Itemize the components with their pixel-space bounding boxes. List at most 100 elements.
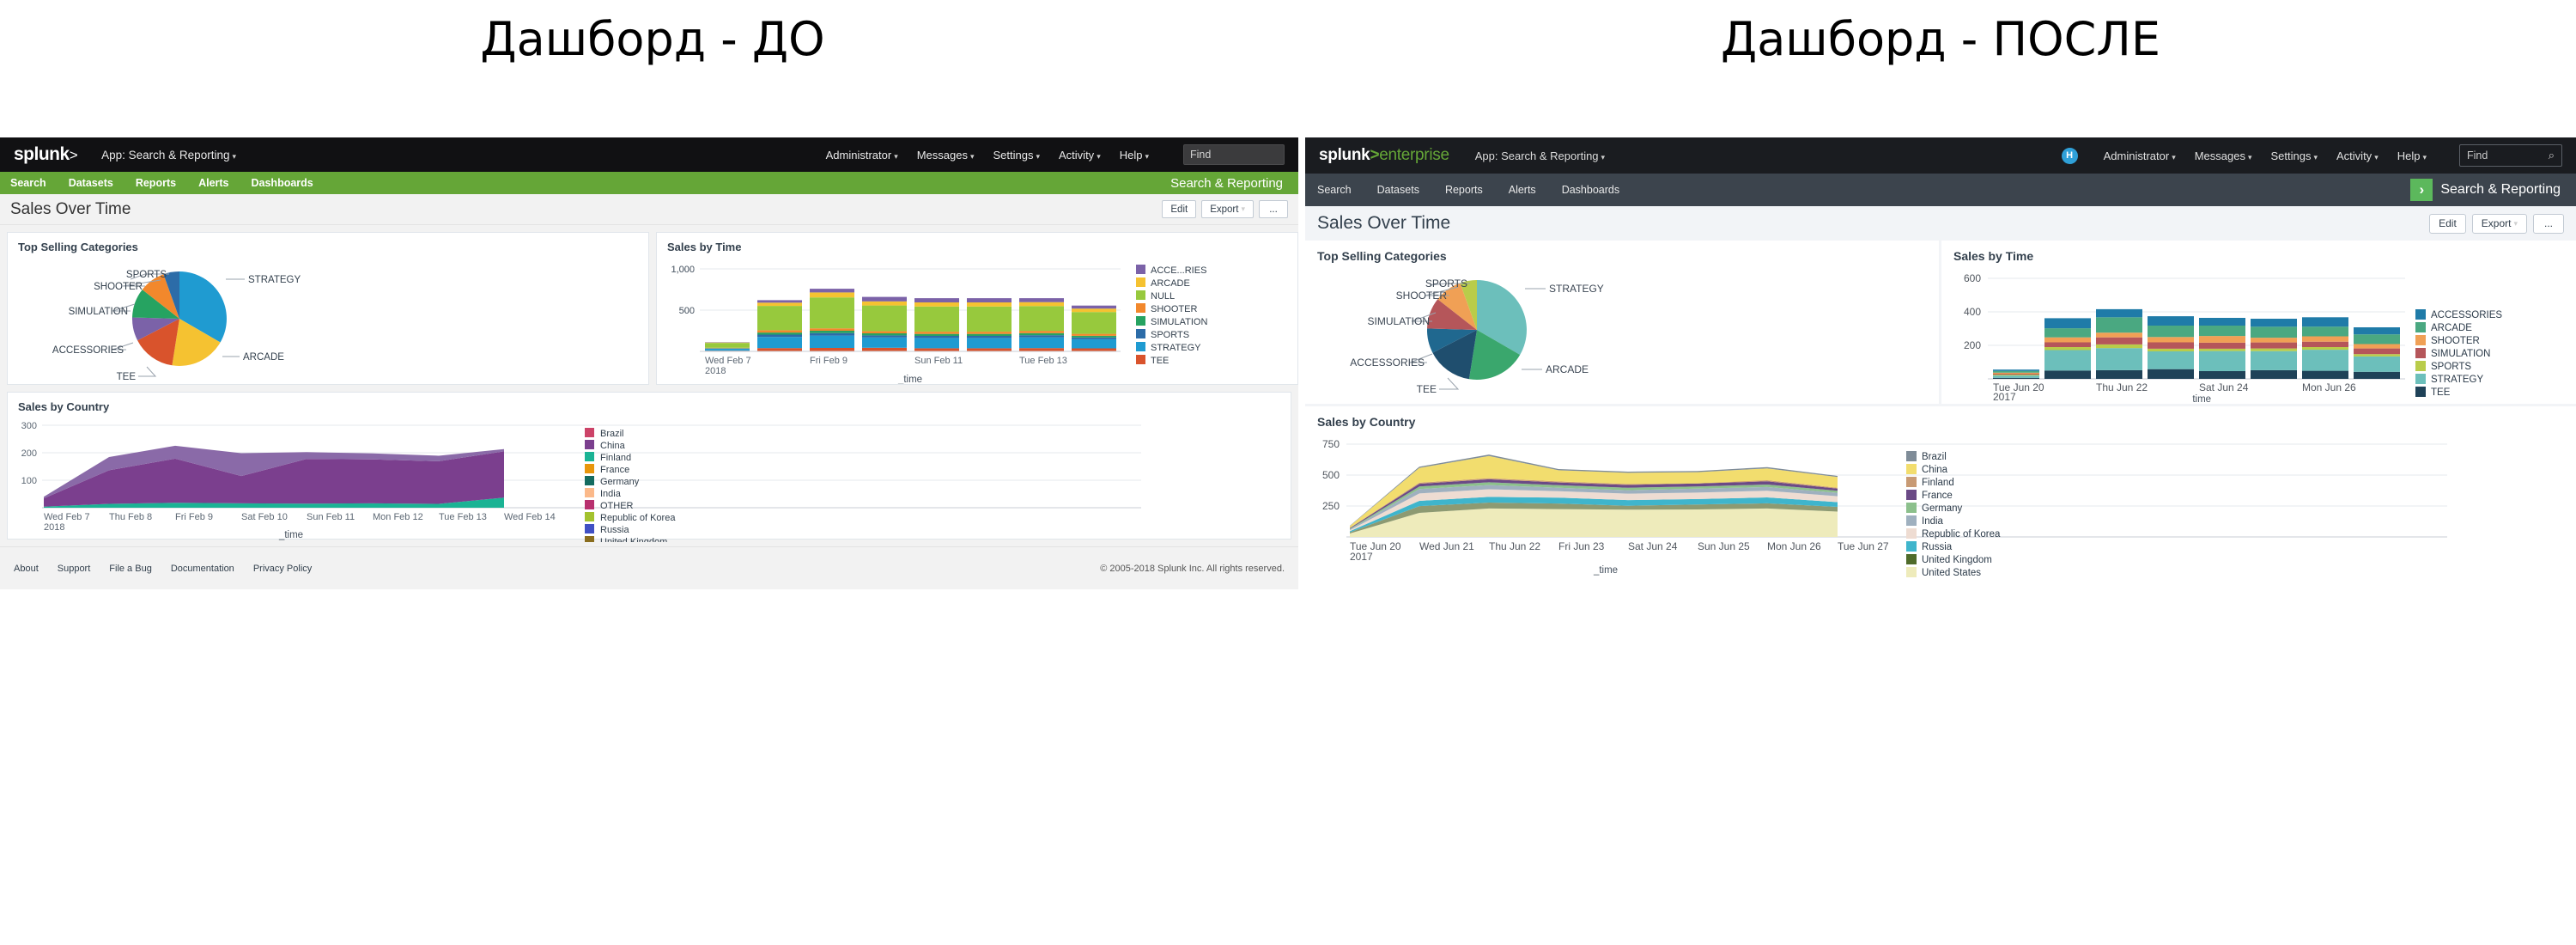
legend-swatch: [585, 488, 594, 497]
footer-documentation[interactable]: Documentation: [171, 564, 234, 574]
more-button[interactable]: ...: [1259, 200, 1288, 218]
find-input[interactable]: Find ⌕: [2459, 144, 2562, 167]
xtick-7: Tue Feb 13: [439, 512, 487, 522]
menu-messages[interactable]: Messages▾: [917, 149, 975, 162]
nav-alerts[interactable]: Alerts: [1509, 184, 1536, 196]
bar-5[interactable]: [914, 298, 959, 351]
app-name-label: Search & Reporting: [2440, 182, 2561, 198]
menu-settings[interactable]: Settings▾: [2271, 149, 2318, 162]
pie-label-simulation: SIMULATION: [1368, 315, 1430, 327]
nav-datasets[interactable]: Datasets: [69, 177, 113, 189]
menu-activity[interactable]: Activity▾: [2336, 149, 2379, 162]
chevron-down-icon: ▾: [2374, 153, 2379, 162]
xtick-5: Sat Jun 24: [1628, 540, 1678, 552]
legend-swatch: [585, 500, 594, 509]
app-selector[interactable]: App: Search & Reporting▾: [101, 149, 236, 162]
legend-label: SIMULATION: [1151, 317, 1207, 327]
menu-help[interactable]: Help▾: [2397, 149, 2427, 162]
menu-administrator[interactable]: Administrator▾: [2104, 149, 2176, 162]
bar-1[interactable]: [705, 342, 750, 351]
legend-swatch: [585, 428, 594, 437]
legend-label: United States: [1922, 568, 1981, 578]
bar-2[interactable]: [757, 300, 802, 351]
footer-file-a-bug[interactable]: File a Bug: [109, 564, 152, 574]
avatar[interactable]: H: [2062, 148, 2078, 164]
menu-settings[interactable]: Settings▾: [993, 149, 1041, 162]
ytick-500: 500: [1322, 469, 1340, 481]
nav-alerts[interactable]: Alerts: [198, 177, 228, 189]
before-footer: About Support File a Bug Documentation P…: [0, 546, 1298, 589]
nav-search[interactable]: Search: [1317, 184, 1352, 196]
legend-label: Republic of Korea: [1922, 529, 2001, 540]
export-button[interactable]: Export▾: [1201, 200, 1254, 218]
legend-label: France: [600, 465, 629, 475]
panel-title: Sales by Country: [1305, 406, 2576, 430]
search-icon[interactable]: ⌕: [2549, 149, 2555, 162]
panel-title: Sales by Time: [1941, 241, 2576, 265]
chevron-down-icon: ▾: [894, 152, 898, 161]
before-top-menu: Administrator▾ Messages▾ Settings▾ Activ…: [826, 144, 1285, 165]
bar-6[interactable]: [2251, 319, 2297, 379]
splunk-logo[interactable]: splunk>: [14, 144, 77, 165]
find-input[interactable]: Find: [1183, 144, 1285, 165]
menu-administrator[interactable]: Administrator▾: [826, 149, 898, 162]
menu-activity[interactable]: Activity▾: [1059, 149, 1101, 162]
legend-swatch: [585, 464, 594, 473]
nav-reports[interactable]: Reports: [1445, 184, 1483, 196]
area-united-states[interactable]: [1350, 509, 1838, 537]
bar-1[interactable]: [1993, 369, 2039, 379]
legend-swatch: [1906, 477, 1917, 487]
bar-3[interactable]: [2096, 309, 2142, 379]
legend-label: United Kingdom: [600, 537, 667, 542]
xtick-2: Fri Feb 9: [810, 356, 848, 366]
footer-support[interactable]: Support: [58, 564, 91, 574]
xtick-2: Thu Jun 22: [2096, 381, 2148, 393]
legend-label: Germany: [600, 477, 640, 487]
bar-8[interactable]: [1072, 306, 1116, 351]
legend-swatch: [1136, 265, 1145, 274]
legend-label: France: [1922, 491, 1953, 501]
xtick-3: Thu Jun 22: [1489, 540, 1540, 552]
dashboard-after: splunk>enterprise App: Search & Reportin…: [1305, 137, 2576, 945]
ytick-600: 600: [1964, 272, 1981, 284]
pie-label-shooter: SHOOTER: [94, 282, 143, 292]
splunk-enterprise-logo[interactable]: splunk>enterprise: [1319, 146, 1449, 165]
bar-4[interactable]: [2148, 316, 2194, 379]
after-area-chart: 750 500 250 Tue Jun: [1305, 430, 2576, 578]
nav-reports[interactable]: Reports: [136, 177, 176, 189]
nav-datasets[interactable]: Datasets: [1377, 184, 1419, 196]
footer-about[interactable]: About: [14, 564, 39, 574]
legend-swatch: [2415, 361, 2426, 371]
bar-2[interactable]: [2044, 318, 2091, 379]
ytick-300: 300: [21, 421, 37, 431]
bar-8[interactable]: [2354, 327, 2400, 379]
bar-5[interactable]: [2199, 318, 2245, 379]
ytick-top: 1,000: [671, 265, 695, 275]
bar-3[interactable]: [810, 289, 854, 351]
menu-help[interactable]: Help▾: [1120, 149, 1149, 162]
ytick-mid: 500: [679, 306, 695, 316]
legend-swatch: [585, 512, 594, 521]
page-title: Sales Over Time: [10, 200, 131, 219]
xtick-5: Sun Feb 11: [307, 512, 355, 522]
bar-4[interactable]: [862, 297, 907, 351]
bar-7[interactable]: [1019, 298, 1064, 351]
xtick-3: Sun Feb 11: [914, 356, 963, 366]
edit-button[interactable]: Edit: [1162, 200, 1196, 218]
more-button[interactable]: ...: [2533, 214, 2564, 234]
bar-7[interactable]: [2302, 317, 2348, 379]
nav-dashboards[interactable]: Dashboards: [1562, 184, 1619, 196]
pie-label-strategy: STRATEGY: [1549, 283, 1604, 295]
menu-messages[interactable]: Messages▾: [2195, 149, 2252, 162]
legend-swatch: [1136, 277, 1145, 287]
bar-6[interactable]: [967, 298, 1012, 351]
edit-button[interactable]: Edit: [2429, 214, 2466, 234]
footer-privacy-policy[interactable]: Privacy Policy: [253, 564, 312, 574]
chevron-down-icon: ▾: [1601, 153, 1606, 162]
xtick-7: Mon Jun 26: [1767, 540, 1821, 552]
app-selector[interactable]: App: Search & Reporting▾: [1475, 149, 1605, 162]
after-pie-chart: SPORTS SHOOTER SIMULATION ACCESSORIES TE…: [1305, 265, 1939, 402]
nav-search[interactable]: Search: [10, 177, 46, 189]
export-button[interactable]: Export▾: [2472, 214, 2527, 234]
nav-dashboards[interactable]: Dashboards: [252, 177, 313, 189]
